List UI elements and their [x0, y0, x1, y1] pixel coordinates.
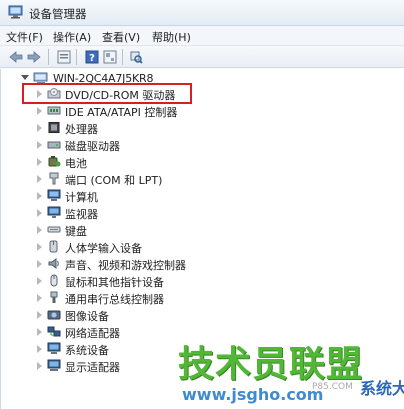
tree-item-label: 人体学输入设备 — [65, 242, 142, 255]
camera-icon — [47, 310, 61, 320]
ide-controller-icon — [47, 106, 61, 115]
menu-help[interactable]: 帮助(H) — [152, 29, 191, 45]
tree-item-computer[interactable]: 计算机 — [37, 188, 337, 204]
tree-item-disk[interactable]: 磁盘驱动器 — [37, 137, 337, 153]
expand-arrow-icon[interactable] — [37, 141, 42, 149]
tree-item-usb[interactable]: 通用串行总线控制器 — [37, 290, 337, 306]
network-icon — [47, 326, 61, 337]
svg-text:?: ? — [89, 53, 95, 64]
tree-item-label: 图像设备 — [65, 310, 109, 323]
port-icon — [49, 172, 59, 185]
usb-icon — [50, 291, 58, 303]
title-bar: 设备管理器 — [0, 0, 404, 26]
expand-arrow-icon[interactable] — [37, 107, 42, 115]
toolbar: ? — [0, 46, 404, 68]
tree-item-label: 网络适配器 — [65, 327, 120, 340]
expand-arrow-icon[interactable] — [37, 192, 42, 200]
watermark: 技术员联盟 www.jsgho.com P85.COM 系统大全 — [170, 335, 404, 409]
battery-icon — [48, 156, 61, 167]
tree-item-hid[interactable]: 人体学输入设备 — [37, 239, 337, 255]
expand-arrow-icon[interactable] — [37, 345, 42, 353]
watermark-partial: P85.COM — [312, 382, 353, 392]
tree-item-keyboard[interactable]: 键盘 — [37, 222, 337, 238]
menu-bar: 文件(F) 操作(A) 查看(V) 帮助(H) — [0, 26, 404, 46]
menu-view[interactable]: 查看(V) — [102, 29, 140, 45]
tree-item-label: 显示适配器 — [65, 361, 120, 374]
toolbar-separator — [76, 49, 77, 65]
tree-item-label: 电池 — [65, 157, 87, 170]
computer-icon — [47, 189, 61, 201]
window-title: 设备管理器 — [29, 7, 87, 21]
tree-item-label: 磁盘驱动器 — [65, 140, 120, 153]
tree-item-monitor[interactable]: 监视器 — [37, 205, 337, 221]
processor-icon — [48, 122, 60, 133]
expand-arrow-icon[interactable] — [37, 158, 42, 166]
tree-item-ide[interactable]: IDE ATA/ATAPI 控制器 — [37, 103, 337, 119]
expand-arrow-icon[interactable] — [37, 260, 42, 268]
keyboard-icon — [47, 226, 61, 233]
show-hidden-icon[interactable] — [102, 49, 118, 65]
forward-icon[interactable] — [26, 49, 42, 65]
display-adapter-icon — [47, 359, 61, 371]
menu-file[interactable]: 文件(F) — [6, 29, 43, 45]
watermark-main-text: 技术员联盟 — [178, 344, 364, 385]
monitor-icon — [47, 206, 61, 218]
expand-arrow-icon[interactable] — [37, 124, 42, 132]
tree-item-label: 监视器 — [65, 208, 98, 221]
toolbar-separator — [122, 49, 123, 65]
tree-item-label: IDE ATA/ATAPI 控制器 — [65, 106, 178, 119]
properties-icon[interactable] — [56, 49, 72, 65]
expand-arrow-icon[interactable] — [37, 277, 42, 285]
system-device-icon — [47, 342, 61, 354]
back-icon[interactable] — [8, 49, 24, 65]
hid-icon — [49, 240, 58, 253]
tree-item-label: 键盘 — [65, 225, 87, 238]
watermark-right-text: 系统大全 — [360, 379, 404, 398]
sound-icon — [48, 258, 59, 269]
expand-arrow-icon[interactable] — [37, 175, 42, 183]
expand-arrow-icon[interactable] — [37, 226, 42, 234]
tree-item-mouse[interactable]: 鼠标和其他指针设备 — [37, 273, 337, 289]
toolbar-separator — [48, 49, 49, 65]
device-manager-icon — [8, 5, 23, 19]
help-icon[interactable]: ? — [84, 49, 100, 65]
tree-item-label: 声音、视频和游戏控制器 — [65, 259, 186, 272]
tree-item-battery[interactable]: 电池 — [37, 154, 337, 170]
collapse-arrow-icon[interactable] — [21, 75, 29, 80]
highlight-box — [22, 83, 192, 104]
disk-drive-icon — [47, 141, 61, 149]
menu-action[interactable]: 操作(A) — [53, 29, 91, 45]
expand-arrow-icon[interactable] — [37, 294, 42, 302]
tree-item-label: 端口 (COM 和 LPT) — [65, 174, 163, 187]
tree-item-label: 系统设备 — [65, 344, 109, 357]
expand-arrow-icon[interactable] — [37, 209, 42, 217]
tree-item-label: 计算机 — [65, 191, 98, 204]
tree-item-imaging[interactable]: 图像设备 — [37, 307, 337, 323]
tree-item-label: 通用串行总线控制器 — [65, 293, 164, 306]
expand-arrow-icon[interactable] — [37, 328, 42, 336]
watermark-url: www.jsgho.com — [182, 385, 324, 404]
tree-item-ports[interactable]: 端口 (COM 和 LPT) — [37, 171, 337, 187]
tree-item-label: 处理器 — [65, 123, 98, 136]
tree-item-processor[interactable]: 处理器 — [37, 120, 337, 136]
tree-item-sound[interactable]: 声音、视频和游戏控制器 — [37, 256, 337, 272]
expand-arrow-icon[interactable] — [37, 362, 42, 370]
tree-item-label: 鼠标和其他指针设备 — [65, 276, 164, 289]
mouse-icon — [50, 274, 58, 287]
expand-arrow-icon[interactable] — [37, 243, 42, 251]
expand-arrow-icon[interactable] — [37, 311, 42, 319]
scan-hardware-icon[interactable] — [128, 49, 144, 65]
